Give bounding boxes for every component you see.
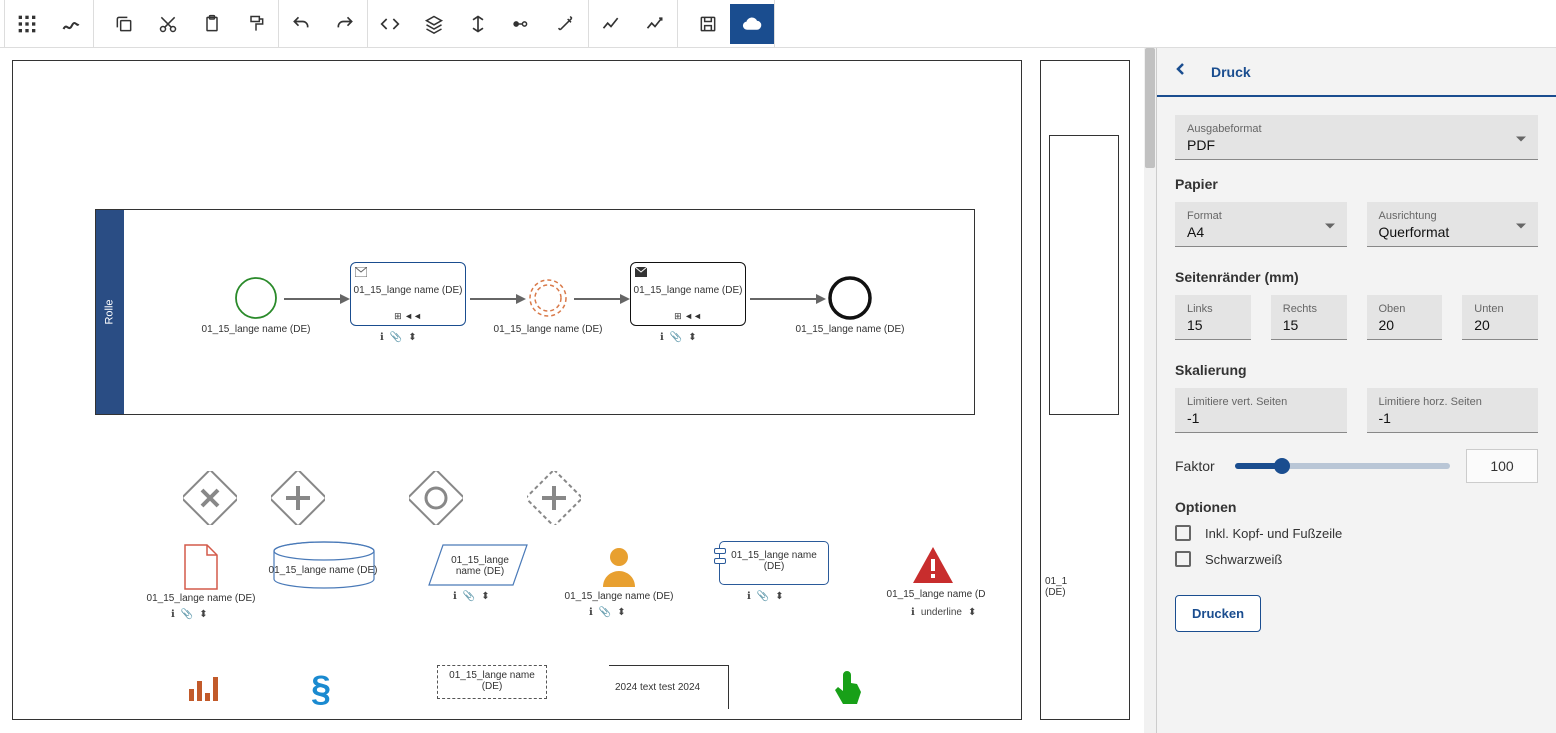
touch-icon [827,669,863,709]
header-footer-checkbox[interactable]: Inkl. Kopf- und Fußzeile [1175,525,1538,541]
cloud-upload-icon[interactable] [730,4,774,44]
grid-icon[interactable] [5,4,49,44]
back-button[interactable] [1175,62,1187,81]
align-vertical-icon[interactable] [456,4,500,44]
copy-icon[interactable] [102,4,146,44]
margin-right-input[interactable]: Rechts [1271,295,1347,340]
toolbar [0,0,1556,48]
paper-section-label: Papier [1175,176,1538,192]
envelope-filled-icon [635,267,647,277]
print-page-2: 01_1(DE) [1040,60,1130,720]
section-sign-icon: § [307,669,335,709]
print-page-1: Rolle 01_15_lange name (DE) 01_15_lange … [12,60,1022,720]
gateway-exclusive-icon [183,471,237,525]
format-painter-icon[interactable] [234,4,278,44]
task-shape: 01_15_lange name (DE) ⊞ ◄◄ [630,262,746,326]
arrow-icon [574,292,630,306]
format-select[interactable]: Format A4 [1175,202,1347,247]
hierarchy-icon: ⬍ [408,332,416,343]
chevron-down-icon [1516,224,1526,229]
chart-trend-icon[interactable] [633,4,677,44]
panel-title: Druck [1211,64,1251,80]
margin-bottom-input[interactable]: Unten [1462,295,1538,340]
margins-section-label: Seitenränder (mm) [1175,269,1538,285]
draw-icon[interactable] [49,4,93,44]
gateway-inclusive-icon [409,471,463,525]
code-icon[interactable] [368,4,412,44]
gateway-parallel-icon [271,471,325,525]
factor-value[interactable]: 100 [1466,449,1538,483]
swimlane: Rolle 01_15_lange name (DE) 01_15_lange … [95,209,975,415]
text-annotation: 2024 text test 2024 [609,665,729,709]
swimlane-header: Rolle [96,210,124,414]
scaling-section-label: Skalierung [1175,362,1538,378]
info-icon: ℹ [380,332,384,343]
output-format-select[interactable]: Ausgabeformat PDF [1175,115,1538,160]
bw-checkbox[interactable]: Schwarzweiß [1175,551,1538,567]
node-label: 01_15_lange name (DE) [196,324,316,335]
margin-left-input[interactable]: Links [1175,295,1251,340]
hierarchy-icon: ⬍ [688,332,696,343]
warning-icon [909,543,957,587]
data-object-icon [179,541,223,593]
attachment-icon: 📎 [670,332,682,343]
undo-icon[interactable] [279,4,323,44]
arrow-icon [284,292,350,306]
limit-horz-input[interactable]: Limitiere horz. Seiten [1367,388,1539,433]
chevron-down-icon [1325,224,1335,229]
options-section-label: Optionen [1175,499,1538,515]
paste-icon[interactable] [190,4,234,44]
vertical-scrollbar[interactable] [1144,48,1156,733]
intermediate-event-icon [526,276,570,320]
print-panel: Druck Ausgabeformat PDF Papier Format A4… [1156,48,1556,733]
start-event-icon [232,274,280,322]
chart-line-icon[interactable] [589,4,633,44]
redo-icon[interactable] [323,4,367,44]
linked-task-shape: 01_15_lange name (DE) [719,541,829,585]
cut-icon[interactable] [146,4,190,44]
factor-label: Faktor [1175,458,1219,474]
node-label: 01_15_lange name (DE) [488,324,608,335]
arrow-icon [750,292,826,306]
layers-icon[interactable] [412,4,456,44]
chevron-down-icon [1516,137,1526,142]
attachment-icon: 📎 [390,332,402,343]
limit-vert-input[interactable]: Limitiere vert. Seiten [1175,388,1347,433]
node-label: 01_15_lange name (DE) [790,324,910,335]
bar-chart-icon [187,673,223,703]
envelope-icon [355,267,367,277]
magic-icon[interactable] [544,4,588,44]
info-icon: ℹ [660,332,664,343]
margin-top-input[interactable]: Oben [1367,295,1443,340]
factor-slider[interactable] [1235,463,1450,469]
group-shape: 01_15_lange name (DE) [437,665,547,699]
gateway-parallel-dashed-icon [527,471,581,525]
connection-dots-icon[interactable] [500,4,544,44]
person-icon [597,545,641,589]
task-shape: 01_15_lange name (DE) ⊞ ◄◄ [350,262,466,326]
orientation-select[interactable]: Ausrichtung Querformat [1367,202,1539,247]
page2-node-label: 01_1(DE) [1045,576,1067,598]
canvas-area[interactable]: Rolle 01_15_lange name (DE) 01_15_lange … [0,48,1156,733]
print-button[interactable]: Drucken [1175,595,1261,632]
arrow-icon [470,292,526,306]
svg-text:§: § [311,669,331,709]
save-icon[interactable] [686,4,730,44]
end-event-icon [826,274,874,322]
